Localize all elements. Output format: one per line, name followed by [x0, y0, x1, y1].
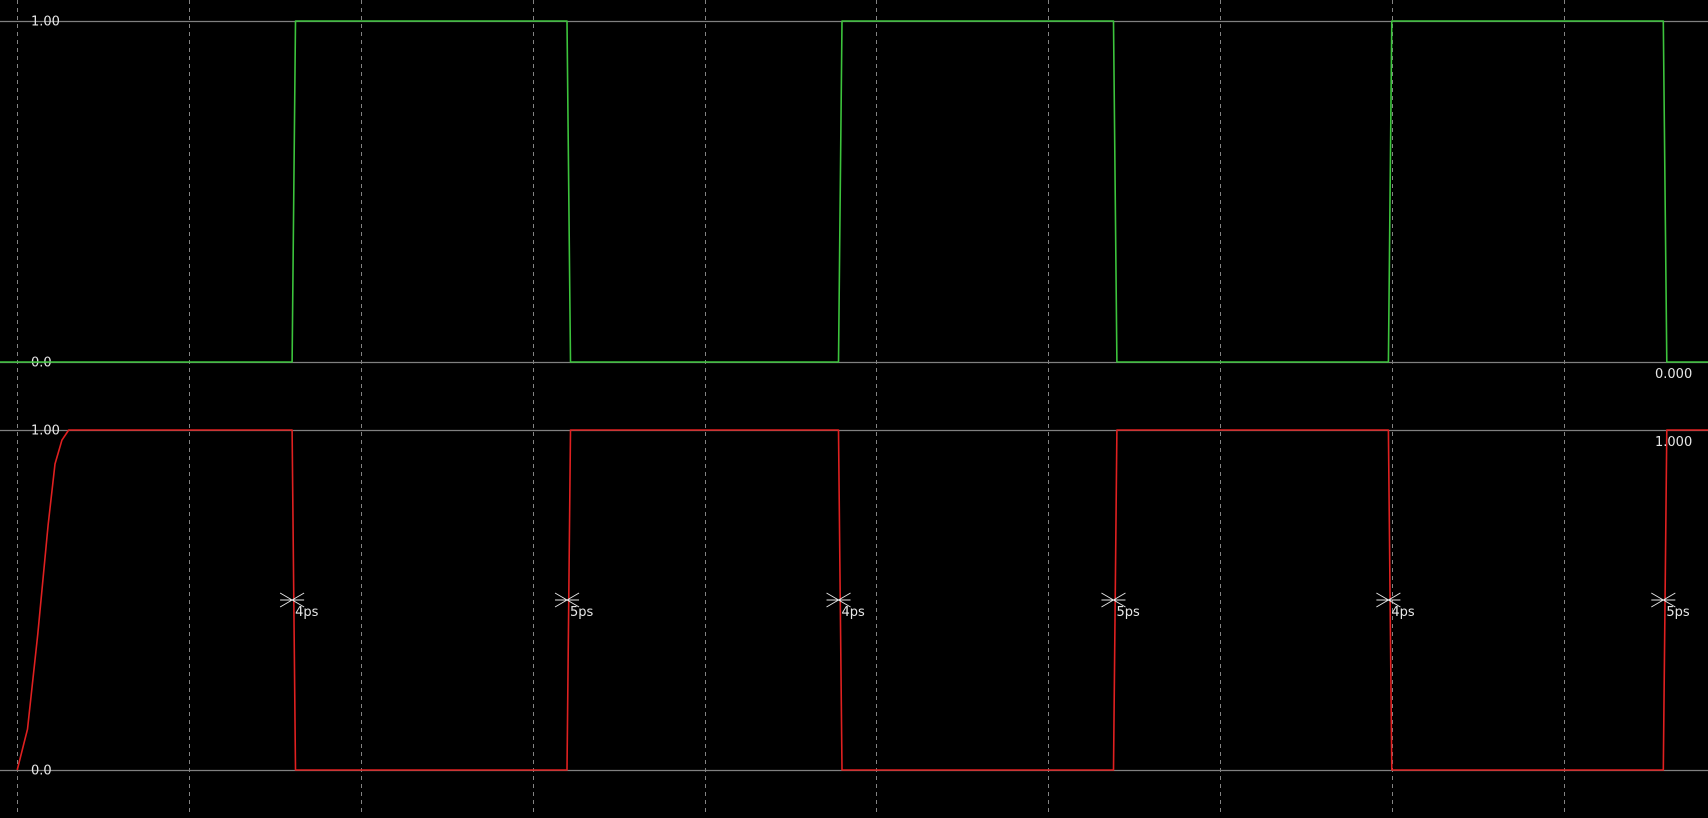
top-trace-panel: 1.00 0.0 0.000	[0, 15, 1708, 382]
y-tick-label: 0.0	[31, 356, 52, 371]
trace-line	[0, 20, 1708, 363]
edge-annotation-label: 5ps	[1116, 605, 1140, 620]
edge-annotation-label: 4ps	[1391, 605, 1415, 620]
y-tick-label: 1.00	[31, 15, 60, 30]
waveform-viewer: 1.00 0.0 0.000 1.00 0.0 1.000 4ps 5ps 4ps 5ps 4ps…	[0, 0, 1708, 813]
waveform-chart: 1.00 0.0 0.000 1.00 0.0 1.000 4ps 5ps 4ps 5ps 4ps…	[0, 0, 1708, 813]
edge-annotation-label: 4ps	[842, 605, 866, 620]
bottom-trace-panel: 1.00 0.0 1.000 4ps 5ps 4ps 5ps 4ps 5ps	[0, 424, 1708, 779]
trace-line	[16, 429, 1708, 771]
y-tick-label: 0.0	[31, 764, 52, 779]
edge-annotation-label: 5ps	[1666, 605, 1690, 620]
y-tick-label: 1.00	[31, 424, 60, 439]
edge-annotation-label: 5ps	[570, 605, 594, 620]
edge-annotation-label: 4ps	[295, 605, 319, 620]
grid-layer	[17, 0, 1565, 813]
cursor-readout-value: 0.000	[1655, 367, 1692, 382]
cursor-readout-value: 1.000	[1655, 435, 1692, 450]
